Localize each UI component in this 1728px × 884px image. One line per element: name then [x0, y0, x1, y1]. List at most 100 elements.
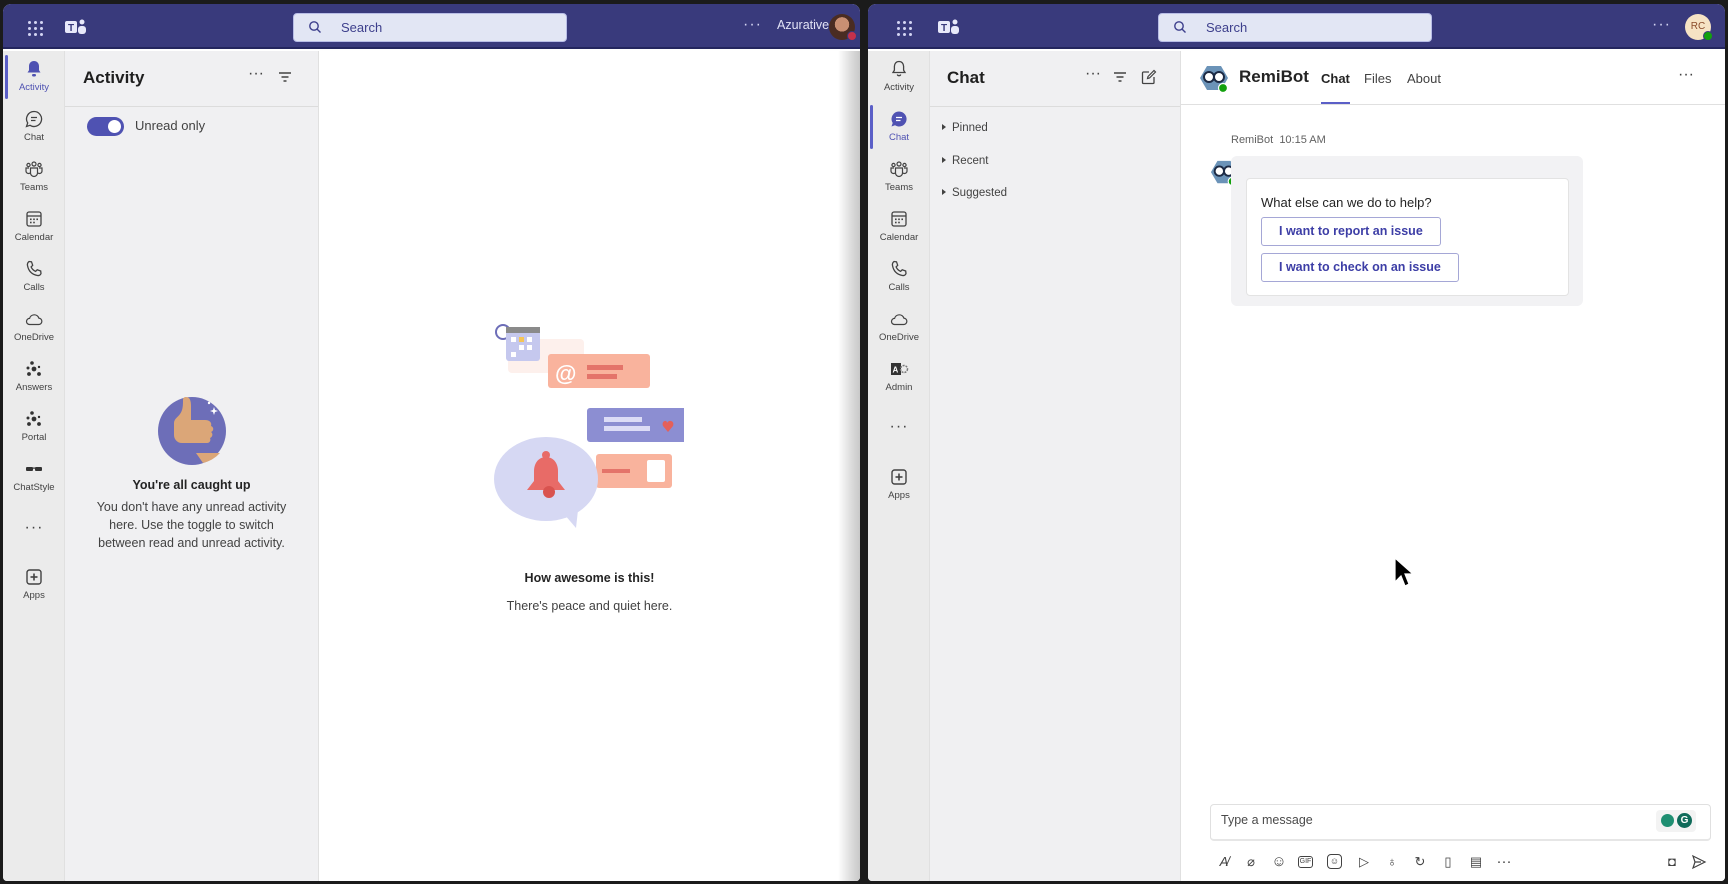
check-issue-button[interactable]: I want to check on an issue [1261, 253, 1459, 282]
rail-item-onedrive[interactable]: OneDrive [3, 303, 65, 351]
rail-item-onedrive[interactable]: OneDrive [868, 303, 930, 351]
new-chat-icon[interactable] [1141, 69, 1157, 85]
activity-pane-header: Activity ··· [65, 51, 318, 107]
rail-item-portal[interactable]: Portal [3, 403, 65, 451]
app-launcher-icon[interactable] [28, 21, 43, 36]
message-input[interactable] [1221, 813, 1621, 827]
rail-item-calendar[interactable]: Calendar [3, 203, 65, 251]
cloud-icon [25, 314, 43, 326]
caught-up-title: You're all caught up [132, 478, 251, 492]
svg-text:T: T [68, 23, 74, 34]
rail-item-teams[interactable]: Teams [3, 153, 65, 201]
app-rail: Activity Chat Teams Calendar Calls OneDr… [3, 51, 65, 881]
rail-item-apps[interactable]: Apps [3, 561, 65, 609]
notes-icon[interactable]: ▤ [1467, 853, 1485, 871]
conversation-header: RemiBot Chat Files About ··· [1181, 51, 1725, 105]
search-placeholder: Search [1206, 20, 1248, 35]
card-question: What else can we do to help? [1261, 195, 1432, 210]
rail-label: Portal [21, 432, 47, 443]
search-box[interactable]: Search [1158, 13, 1432, 42]
rail-item-activity[interactable]: Activity [868, 53, 930, 101]
bell-icon [891, 60, 907, 77]
send-icon[interactable] [1691, 854, 1707, 870]
emoji-icon[interactable]: ☺ [1270, 853, 1288, 871]
user-avatar[interactable] [829, 14, 857, 41]
rail-label: Calendar [879, 232, 919, 243]
loop-icon[interactable]: ↻ [1411, 853, 1429, 871]
rail-item-activity[interactable]: Activity [3, 53, 65, 101]
activity-main: @ How awesome is this! There's peace and… [319, 51, 860, 881]
more-options-button[interactable]: ··· [743, 16, 762, 34]
pane-title: Activity [83, 68, 145, 87]
bot-avatar[interactable] [1199, 64, 1229, 94]
search-placeholder: Search [341, 20, 383, 35]
composer-toolbar: A̸ ⌀ ☺ GIF ☺ ▷ ♁ ↻ ▯ ▤ ··· ◘ [1210, 851, 1711, 873]
rail-item-calls[interactable]: Calls [868, 253, 930, 301]
filter-icon[interactable] [1113, 70, 1127, 84]
grammarly-icon[interactable]: G [1677, 813, 1692, 828]
meeting-icon[interactable]: ◘ [1663, 853, 1681, 871]
more-options-button[interactable]: ··· [1652, 16, 1671, 34]
rail-item-calls[interactable]: Calls [3, 253, 65, 301]
rail-label: Apps [888, 490, 910, 501]
more-options-button[interactable]: ··· [1084, 65, 1102, 83]
rail-label: Calendar [14, 232, 54, 243]
teams-logo-icon: T [938, 19, 959, 34]
unread-only-toggle[interactable] [87, 117, 124, 136]
app-launcher-icon[interactable] [897, 21, 912, 36]
caught-up-body: You don't have any unread activity here.… [96, 500, 287, 550]
chat-icon [25, 110, 43, 128]
sticker-icon[interactable]: ☺ [1327, 854, 1342, 869]
rail-label: Activity [883, 82, 915, 93]
more-apps-button[interactable]: ··· [868, 418, 930, 436]
tab-files[interactable]: Files [1364, 71, 1391, 86]
rail-label: Chat [23, 132, 45, 143]
attach-icon[interactable]: ⌀ [1242, 853, 1260, 871]
more-options-button[interactable]: ··· [247, 65, 265, 83]
phone-icon [26, 260, 42, 277]
add-apps-icon [26, 569, 42, 585]
report-issue-button[interactable]: I want to report an issue [1261, 217, 1441, 246]
section-suggested[interactable]: Suggested [942, 187, 1007, 199]
empty-state-body: There's peace and quiet here. [506, 599, 673, 613]
rail-item-chat[interactable]: Chat [3, 103, 65, 151]
rail-item-admin[interactable]: A Admin [868, 353, 930, 401]
filter-icon[interactable] [278, 70, 292, 84]
apps-icon[interactable]: ▯ [1439, 853, 1457, 871]
adaptive-card: What else can we do to help? I want to r… [1246, 178, 1569, 296]
more-icon[interactable]: ··· [1495, 853, 1513, 871]
toggle-label: Unread only [135, 118, 206, 133]
section-recent[interactable]: Recent [942, 155, 988, 167]
search-icon [309, 21, 321, 33]
rail-item-teams[interactable]: Teams [868, 153, 930, 201]
chat-pane-header: Chat ··· [930, 51, 1180, 107]
section-pinned[interactable]: Pinned [942, 122, 988, 134]
gif-icon[interactable]: GIF [1298, 856, 1313, 868]
more-apps-button[interactable]: ··· [3, 519, 65, 537]
rail-item-calendar[interactable]: Calendar [868, 203, 930, 251]
teams-window-right: T Search ··· RC Activity Chat Teams Cale… [868, 4, 1725, 881]
format-icon[interactable]: A̸ [1215, 853, 1233, 871]
user-avatar[interactable]: RC [1685, 14, 1713, 41]
title-bar: T Search ··· Azurative [3, 4, 860, 49]
tab-chat[interactable]: Chat [1321, 71, 1350, 104]
svg-text:T: T [941, 23, 947, 34]
tab-about[interactable]: About [1407, 71, 1441, 86]
rail-label: Teams [20, 182, 48, 193]
rail-label: Teams [885, 182, 913, 193]
activity-pane: Activity ··· Unread only You're all caug… [65, 51, 319, 881]
empty-state: How awesome is this! There's peace and q… [319, 571, 860, 613]
search-box[interactable]: Search [293, 13, 567, 42]
rail-item-chat[interactable]: Chat [868, 103, 930, 151]
rail-item-apps[interactable]: Apps [868, 461, 930, 509]
rail-label: Apps [23, 590, 45, 601]
chat-list-pane: Chat ··· Pinned Recent Suggested [930, 51, 1181, 881]
conversation-more-button[interactable]: ··· [1678, 66, 1694, 84]
rail-label: Chat [888, 132, 910, 143]
copilot-icon[interactable] [1661, 814, 1674, 827]
rail-item-answers[interactable]: Answers [3, 353, 65, 401]
forward-icon[interactable]: ▷ [1355, 853, 1373, 871]
rail-item-chatstyle[interactable]: ChatStyle [3, 453, 65, 501]
window-edge-shadow [838, 51, 860, 881]
praise-icon[interactable]: ♁ [1383, 853, 1401, 871]
